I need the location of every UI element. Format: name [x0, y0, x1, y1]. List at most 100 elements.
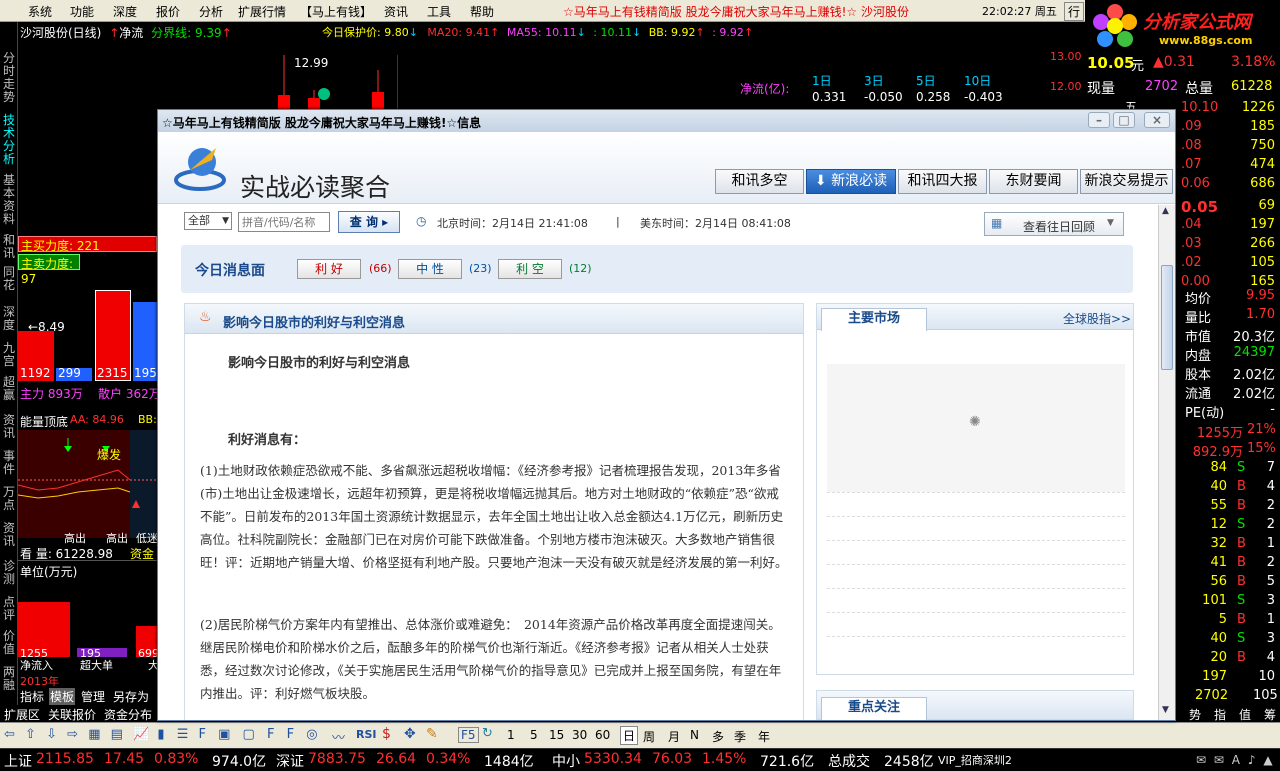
sound-icon[interactable]: ♪ — [1248, 753, 1256, 767]
left-tab-events[interactable]: 事件 — [2, 450, 16, 476]
filter-good-button[interactable]: 利 好 — [297, 259, 361, 279]
left-tab-comment[interactable]: 点评 — [2, 596, 16, 622]
left-tab-hexun[interactable]: 和讯 — [2, 234, 16, 260]
left-tab-tonghua[interactable]: 同花 — [2, 266, 16, 292]
table-icon[interactable]: ▤ — [111, 727, 123, 742]
f12-icon[interactable]: F — [267, 727, 274, 742]
quote-tab-chips[interactable]: 筹 — [1264, 706, 1276, 723]
tab-hexun-duokong[interactable]: 和讯多空 — [715, 169, 804, 194]
right-arrow-icon[interactable]: ⇨ — [67, 727, 78, 742]
tab-dongcai-yaowen[interactable]: 东财要闻 — [989, 169, 1078, 194]
category-select[interactable]: 全部 ▼ — [184, 212, 232, 230]
filter-neutral-button[interactable]: 中 性 — [398, 259, 462, 279]
period-button[interactable]: 年 — [758, 728, 770, 745]
message-icon[interactable]: ✉ — [1214, 753, 1224, 767]
left-arrow-icon[interactable]: ⇦ — [4, 727, 15, 742]
left-tab-margin[interactable]: 两融 — [2, 666, 16, 692]
period-button[interactable]: 60 — [595, 728, 610, 742]
menu-function[interactable]: 功能 — [70, 3, 94, 20]
tab-key-focus[interactable]: 重点关注 — [821, 697, 927, 720]
period-button[interactable]: 周 — [643, 728, 655, 745]
menu-quote[interactable]: 报价 — [156, 3, 180, 20]
scroll-down-icon[interactable]: ▼ — [1162, 705, 1169, 715]
tab-template[interactable]: 模板 — [49, 688, 76, 705]
quote-tab-value[interactable]: 值 — [1239, 706, 1251, 723]
quote-tab-indicator[interactable]: 指 — [1214, 706, 1226, 723]
close-icon[interactable]: × — [1144, 112, 1170, 128]
tab-save-as[interactable]: 另存为 — [113, 688, 149, 705]
left-tab-chaoying[interactable]: 超赢 — [2, 376, 16, 402]
maximize-icon[interactable]: □ — [1113, 112, 1135, 128]
minimize-icon[interactable]: – — [1088, 112, 1110, 128]
dialog-scrollbar[interactable]: ▲ ▼ — [1158, 205, 1175, 720]
line-chart-icon[interactable]: 📈 — [133, 727, 149, 742]
period-button[interactable]: 日 — [620, 726, 639, 745]
candle-chart-icon[interactable]: ▮ — [157, 727, 164, 742]
left-tab-news[interactable]: 资讯 — [2, 414, 16, 440]
tab-sina-biduo[interactable]: ⬇ 新浪必读 — [806, 169, 896, 194]
doc-icon[interactable]: ▣ — [218, 727, 230, 742]
move-icon[interactable]: ✥ — [404, 726, 416, 742]
mail-icon[interactable]: ✉ — [1196, 753, 1206, 767]
left-tab-fundamentals[interactable]: 基本资料 — [2, 174, 16, 226]
left-tab-jiugong[interactable]: 九宫 — [2, 342, 16, 368]
left-tab-depth[interactable]: 深度 — [2, 306, 16, 332]
f5-button[interactable]: F5 — [458, 727, 479, 743]
menu-depth[interactable]: 深度 — [113, 3, 137, 20]
scroll-up-icon[interactable]: ▲ — [1162, 206, 1169, 216]
circle-icon[interactable]: ◎ — [306, 727, 317, 742]
global-index-link[interactable]: 全球股指>> — [1063, 310, 1131, 327]
menu-tools[interactable]: 工具 — [427, 3, 451, 20]
refresh-icon[interactable]: ↻ — [482, 726, 493, 741]
stock-search-input[interactable] — [238, 212, 330, 232]
period-button[interactable]: 1 — [507, 728, 515, 742]
up-arrow-icon[interactable]: ⇧ — [25, 727, 36, 742]
menu-mashangyouqian[interactable]: 【马上有钱】 — [300, 3, 372, 20]
trade-button[interactable]: 行 — [1064, 2, 1085, 21]
period-button[interactable]: 月 — [668, 728, 680, 745]
dialog-titlebar[interactable]: ☆马年马上有钱精简版 股龙今庸祝大家马年马上赚钱!☆信息 – □ × — [158, 110, 1175, 132]
period-button[interactable]: 5 — [530, 728, 538, 742]
f10b-icon[interactable]: F — [287, 727, 294, 742]
down-arrow-icon[interactable]: ⇩ — [46, 727, 57, 742]
quote-tab-trend[interactable]: 势 — [1189, 706, 1201, 723]
chart-icon[interactable]: ▲ — [1263, 753, 1272, 767]
wave-icon[interactable]: 〰 — [332, 727, 345, 746]
period-button[interactable]: 30 — [572, 728, 587, 742]
scroll-thumb[interactable] — [1161, 265, 1173, 370]
left-tab-technical[interactable]: 技术分析 — [2, 114, 16, 166]
menu-analysis[interactable]: 分析 — [199, 3, 223, 20]
left-tab-news-2[interactable]: 资讯 — [2, 522, 16, 548]
list-icon[interactable]: ☰ — [177, 727, 189, 742]
menu-help[interactable]: 帮助 — [470, 3, 494, 20]
search-button[interactable]: 查 询 ▸ — [338, 211, 400, 233]
tab-sina-trade-tips[interactable]: 新浪交易提示 — [1080, 169, 1173, 194]
period-button[interactable]: N — [690, 728, 699, 742]
tab-extension-area[interactable]: 扩展区 — [4, 706, 40, 723]
menu-extended-market[interactable]: 扩展行情 — [238, 3, 286, 20]
pencil-icon[interactable]: ✎ — [426, 726, 438, 742]
left-tab-value[interactable]: 价值 — [2, 630, 16, 656]
tab-hexun-sidabao[interactable]: 和讯四大报 — [898, 169, 987, 194]
tab-indicator[interactable]: 指标 — [20, 688, 44, 705]
tab-major-markets[interactable]: 主要市场 — [821, 308, 927, 331]
tab-manage[interactable]: 管理 — [81, 688, 105, 705]
rsi-button[interactable]: RSI — [356, 728, 377, 741]
left-tab-diagnosis[interactable]: 诊测 — [2, 560, 16, 586]
f10-icon[interactable]: F — [198, 727, 205, 742]
dollar-icon[interactable]: $ — [382, 726, 391, 742]
grid-icon[interactable]: ▦ — [88, 727, 100, 742]
font-icon[interactable]: A — [1232, 753, 1240, 767]
menu-news[interactable]: 资讯 — [384, 3, 408, 20]
period-button[interactable]: 季 — [734, 728, 746, 745]
menu-system[interactable]: 系统 — [28, 3, 52, 20]
tab-capital-distribution[interactable]: 资金分布 — [104, 706, 152, 723]
period-button[interactable]: 多 — [712, 728, 724, 745]
period-button[interactable]: 15 — [549, 728, 564, 742]
tab-related-quote[interactable]: 关联报价 — [48, 706, 96, 723]
history-dropdown[interactable]: ▦ 查看往日回顾 ▼ — [984, 212, 1124, 236]
left-tab-wandian[interactable]: 万点 — [2, 486, 16, 512]
left-tab-intraday[interactable]: 分时走势 — [2, 52, 16, 104]
filter-bad-button[interactable]: 利 空 — [498, 259, 562, 279]
note-icon[interactable]: ▢ — [243, 727, 255, 742]
